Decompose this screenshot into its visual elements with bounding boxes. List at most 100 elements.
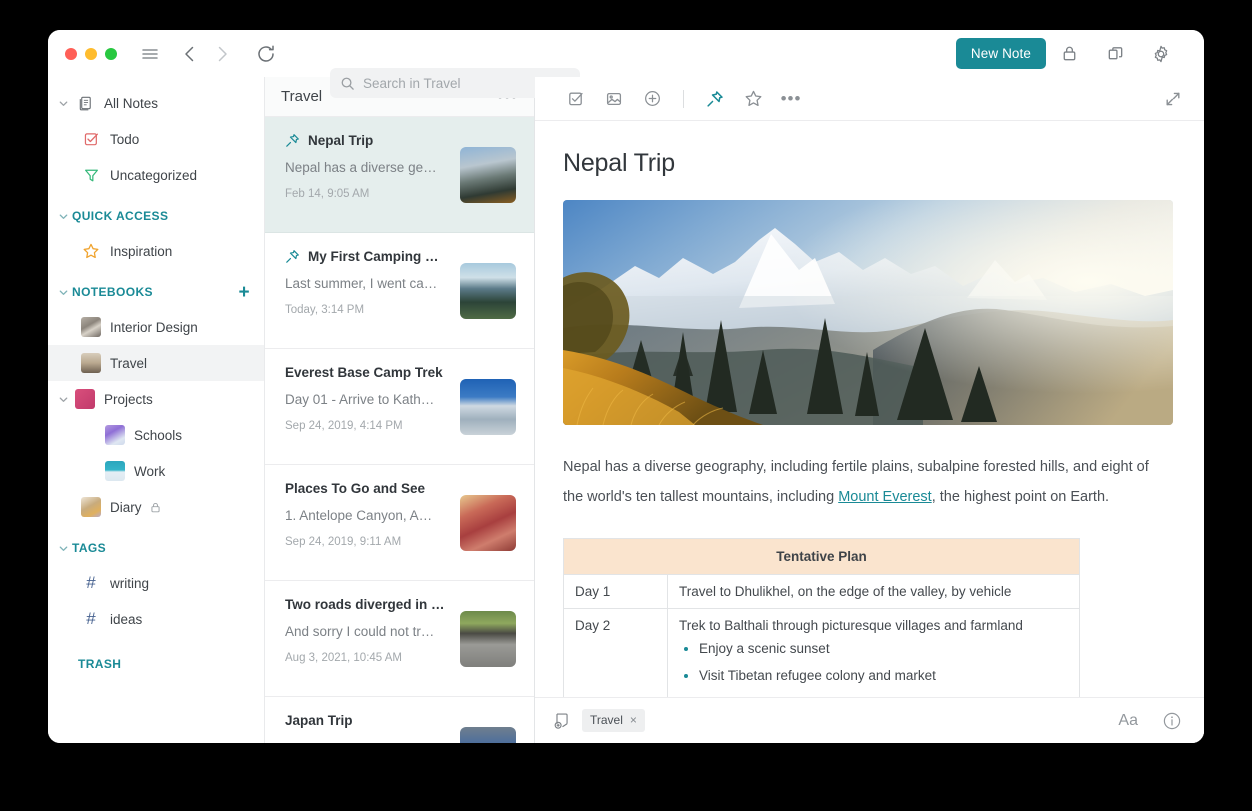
gear-icon[interactable] (1138, 30, 1184, 77)
section-label: TAGS (72, 541, 106, 555)
bullet-item: Visit Tibetan refugee colony and market (699, 667, 1068, 685)
pin-icon (285, 133, 300, 148)
reload-icon[interactable] (253, 41, 279, 67)
sidebar-item-trash[interactable]: TRASH (48, 647, 264, 681)
sidebar-item-travel[interactable]: Travel (48, 345, 264, 381)
hero-image (563, 200, 1173, 425)
search-icon (340, 76, 355, 91)
sidebar-item-work[interactable]: Work (48, 453, 264, 489)
desktop-background: New Note (0, 0, 1252, 811)
chevron-down-icon[interactable] (54, 287, 72, 298)
sidebar-label: Schools (134, 428, 182, 443)
editor-toolbar: ••• (535, 77, 1204, 121)
window-titlebar: New Note (48, 30, 1204, 77)
sidebar-item-inspiration[interactable]: Inspiration (48, 233, 264, 269)
note-list-item[interactable]: My First Camping … Last summer, I went c… (265, 233, 534, 349)
pin-icon (285, 249, 300, 264)
note-list-item[interactable]: Everest Base Camp Trek Day 01 - Arrive t… (265, 349, 534, 465)
expand-icon[interactable] (1164, 90, 1182, 108)
table-header-cell: Tentative Plan (564, 539, 1080, 575)
table-cell-day: Day 1 (564, 575, 668, 609)
duplicate-icon[interactable] (1092, 30, 1138, 77)
chevron-down-icon[interactable] (54, 98, 72, 109)
note-paragraph: Nepal has a diverse geography, including… (563, 452, 1162, 512)
pin-icon[interactable] (696, 77, 734, 121)
note-list-scroll[interactable]: Nepal Trip Nepal has a diverse ge… Feb 1… (265, 117, 534, 743)
note-tag-chip[interactable]: Travel × (582, 709, 645, 732)
font-size-button[interactable]: Aa (1118, 712, 1138, 730)
note-list-item[interactable]: Two roads diverged in … And sorry I coul… (265, 581, 534, 697)
minimize-window-button[interactable] (85, 48, 97, 60)
note-thumbnail (460, 263, 516, 319)
sidebar-item-projects[interactable]: Projects (48, 381, 264, 417)
note-title: Places To Go and See (285, 481, 425, 496)
chevron-down-icon[interactable] (54, 211, 72, 222)
traffic-lights (48, 48, 117, 60)
bullet-item: Enjoy a scenic sunset (699, 640, 1068, 658)
sidebar-item-uncategorized[interactable]: Uncategorized (48, 157, 264, 193)
add-notebook-icon[interactable]: + (239, 283, 251, 302)
sidebar-section-quick-access[interactable]: QUICK ACCESS (48, 199, 264, 233)
note-list-title: Travel (281, 88, 322, 105)
note-editor: ••• Nepal Trip (535, 77, 1204, 743)
note-title: Nepal Trip (308, 133, 373, 148)
note-snippet: Nepal has a diverse ge… (285, 160, 445, 175)
note-list-item[interactable]: Japan Trip (265, 697, 534, 743)
notes-app-window: New Note (48, 30, 1204, 743)
maximize-window-button[interactable] (105, 48, 117, 60)
hash-icon: # (78, 609, 104, 629)
sidebar-item-diary[interactable]: Diary (48, 489, 264, 525)
chevron-down-icon[interactable] (54, 394, 72, 405)
note-title: Everest Base Camp Trek (285, 365, 443, 380)
page-title: Nepal Trip (563, 149, 1162, 178)
star-icon[interactable] (734, 77, 772, 121)
sidebar-label: Interior Design (110, 320, 198, 335)
info-icon[interactable] (1162, 711, 1182, 731)
sidebar-item-schools[interactable]: Schools (48, 417, 264, 453)
note-list-item[interactable]: Places To Go and See 1. Antelope Canyon,… (265, 465, 534, 581)
table-row: Day 1 Travel to Dhulikhel, on the edge o… (564, 575, 1080, 609)
sidebar-item-all-notes[interactable]: All Notes (48, 85, 264, 121)
sidebar-label: Work (134, 464, 165, 479)
editor-content[interactable]: Nepal Trip (535, 121, 1204, 697)
star-icon (78, 242, 104, 260)
note-snippet: Last summer, I went ca… (285, 276, 445, 291)
image-icon[interactable] (595, 77, 633, 121)
sidebar-item-tag-writing[interactable]: # writing (48, 565, 264, 601)
table-cell-main-text: Trek to Balthali through picturesque vil… (679, 618, 1023, 633)
sidebar-label: All Notes (104, 96, 158, 111)
chevron-right-icon[interactable] (209, 41, 235, 67)
hash-icon: # (78, 573, 104, 593)
close-window-button[interactable] (65, 48, 77, 60)
new-note-button[interactable]: New Note (956, 38, 1046, 69)
hamburger-icon[interactable] (139, 43, 161, 65)
note-thumbnail (460, 147, 516, 203)
add-tag-icon[interactable] (553, 711, 572, 730)
sidebar-section-notebooks[interactable]: NOTEBOOKS + (48, 275, 264, 309)
notebook-thumbnail (78, 353, 104, 373)
plus-circle-icon[interactable] (633, 77, 671, 121)
mount-everest-link[interactable]: Mount Everest (838, 489, 932, 505)
notebook-thumbnail (102, 461, 128, 481)
note-thumbnail (460, 727, 516, 743)
checklist-icon[interactable] (557, 77, 595, 121)
titlebar-actions: New Note (956, 30, 1184, 77)
remove-tag-icon[interactable]: × (630, 713, 637, 727)
notes-stack-icon (72, 95, 98, 112)
ellipsis-icon[interactable]: ••• (772, 77, 810, 121)
lock-icon (149, 501, 162, 514)
table-row: Day 2 Trek to Balthali through picturesq… (564, 609, 1080, 698)
section-label: QUICK ACCESS (72, 209, 168, 223)
sidebar-item-todo[interactable]: Todo (48, 121, 264, 157)
note-thumbnail (460, 379, 516, 435)
chevron-left-icon[interactable] (177, 41, 203, 67)
chevron-down-icon[interactable] (54, 543, 72, 554)
sidebar-section-tags[interactable]: TAGS (48, 531, 264, 565)
lock-icon[interactable] (1046, 30, 1092, 77)
sidebar-item-tag-ideas[interactable]: # ideas (48, 601, 264, 637)
note-title: Japan Trip (285, 713, 353, 728)
sidebar-label: Uncategorized (110, 168, 197, 183)
sidebar-item-interior-design[interactable]: Interior Design (48, 309, 264, 345)
note-list-item[interactable]: Nepal Trip Nepal has a diverse ge… Feb 1… (265, 117, 534, 233)
funnel-icon (78, 167, 104, 184)
